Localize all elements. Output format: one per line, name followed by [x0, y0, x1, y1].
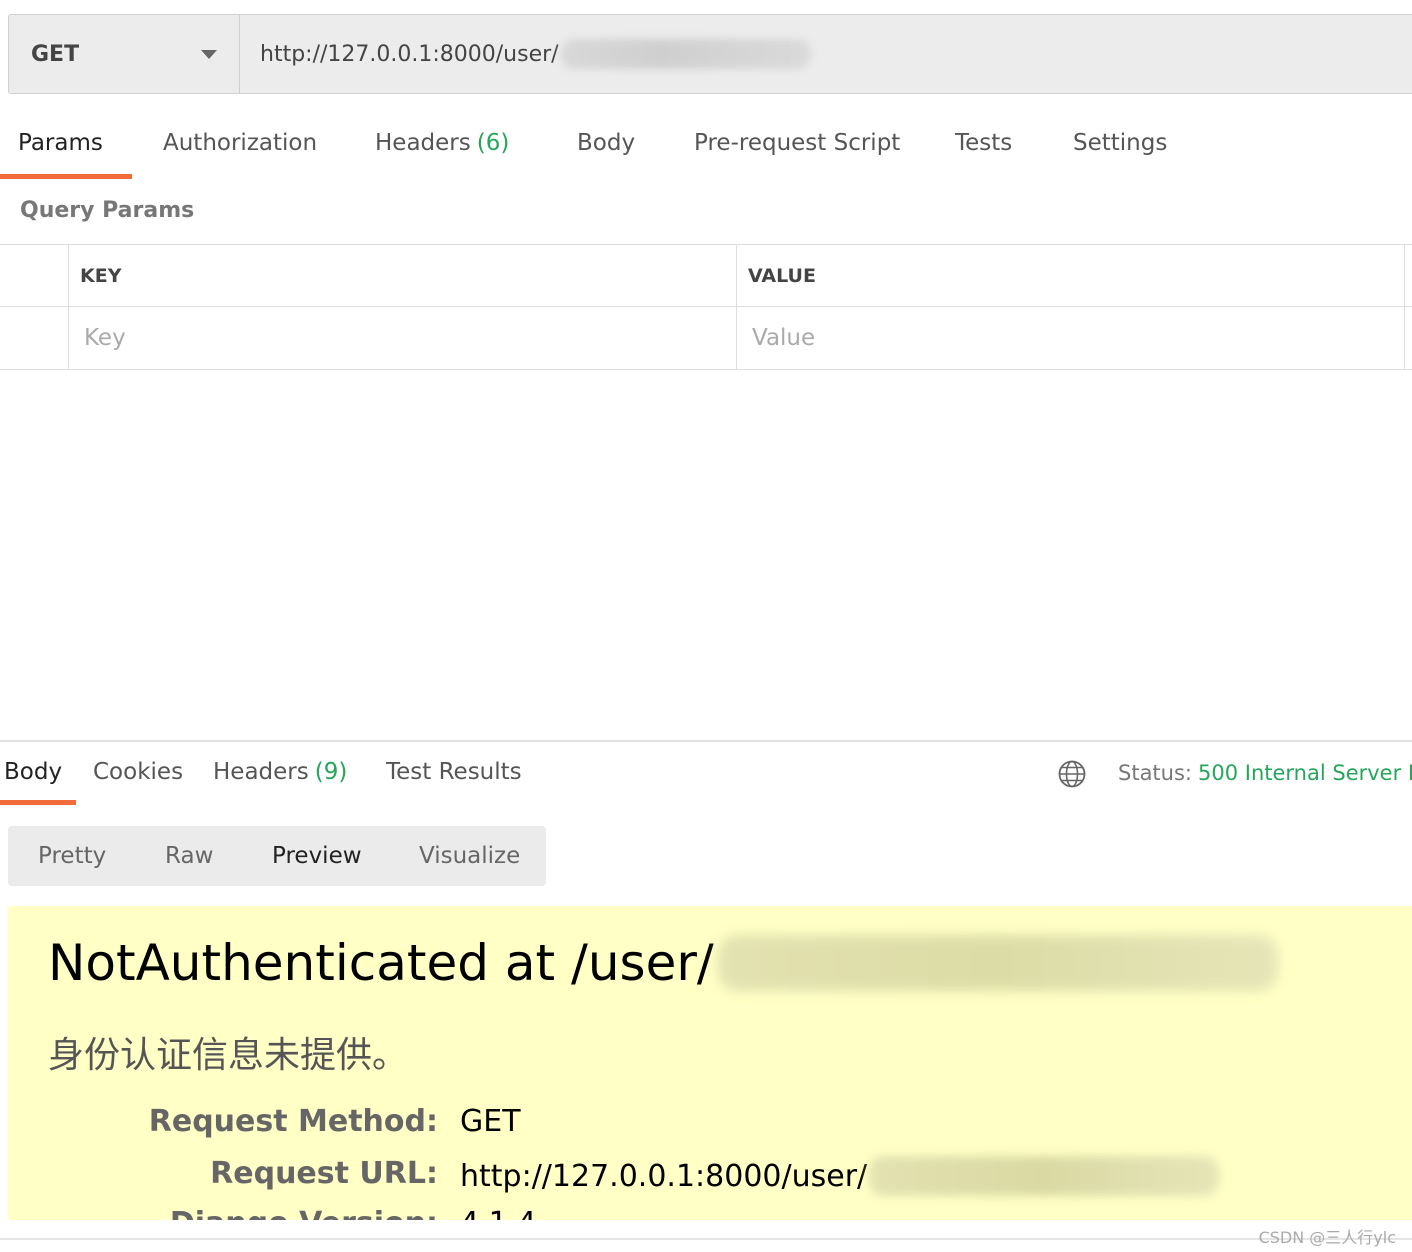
mode-raw[interactable]: Raw [165, 826, 213, 886]
meta-label: Request URL: [210, 1156, 438, 1191]
meta-value: GET [460, 1104, 521, 1139]
url-text: http://127.0.0.1:8000/user/ [260, 41, 559, 67]
meta-row-request-url: Request URL: http://127.0.0.1:8000/user/ [8, 1156, 1412, 1206]
request-url-bar: GET http://127.0.0.1:8000/user/ [8, 14, 1412, 94]
mode-pretty[interactable]: Pretty [38, 826, 106, 886]
tab-label: Body [577, 130, 636, 156]
request-tabs: Params Authorization Headers (6) Body Pre… [0, 118, 1412, 180]
mode-preview[interactable]: Preview [272, 826, 362, 886]
mode-visualize[interactable]: Visualize [419, 826, 520, 886]
redacted-url-segment [869, 1156, 1220, 1196]
url-input[interactable]: http://127.0.0.1:8000/user/ [240, 15, 811, 93]
tab-body[interactable]: Body [577, 130, 635, 156]
redacted-path-segment [717, 935, 1278, 991]
watermark: CSDN @三人行ylc [1258, 1228, 1396, 1247]
error-title-text: NotAuthenticated at /user/ [48, 934, 714, 992]
headers-count: (6) [476, 130, 510, 156]
tab-settings[interactable]: Settings [1073, 130, 1167, 156]
tab-authorization[interactable]: Authorization [163, 130, 317, 156]
tab-pre-request-script[interactable]: Pre-request Script [694, 130, 900, 156]
meta-label: Request Method: [148, 1104, 438, 1139]
active-tab-indicator [0, 174, 132, 179]
param-key-input[interactable]: Key [84, 307, 724, 369]
error-title: NotAuthenticated at /user/ [48, 934, 1278, 992]
redacted-url-segment [560, 39, 811, 69]
tab-response-headers[interactable]: Headers (9) [213, 759, 347, 785]
tab-label: Headers [375, 130, 471, 156]
column-divider [736, 245, 737, 369]
error-message: 身份认证信息未提供。 [48, 1035, 409, 1076]
response-tabs: Body Cookies Headers (9) Test Results Sta… [0, 742, 1412, 806]
table-header-row: KEY VALUE [0, 245, 1412, 307]
tab-cookies[interactable]: Cookies [93, 759, 183, 785]
meta-row-django-version: Django Version: 4.1.4 [8, 1206, 1412, 1220]
active-tab-indicator [0, 800, 76, 805]
meta-label: Django Version: [170, 1206, 438, 1220]
tab-label: Authorization [163, 130, 318, 156]
response-preview: NotAuthenticated at /user/ 身份认证信息未提供。 Re… [8, 906, 1412, 1220]
tab-label: Params [18, 130, 103, 156]
tab-label: Body [4, 759, 63, 785]
tab-label: Test Results [386, 759, 522, 785]
query-params-title: Query Params [20, 198, 195, 223]
table-row: Key Value [0, 307, 1412, 369]
status-value[interactable]: 500 Internal Server E [1198, 761, 1412, 785]
tab-headers[interactable]: Headers (6) [375, 130, 509, 156]
tab-label: Settings [1073, 130, 1168, 156]
meta-value: http://127.0.0.1:8000/user/ [460, 1156, 1220, 1196]
view-mode-selector: Pretty Raw Preview Visualize [8, 826, 546, 886]
tab-test-results[interactable]: Test Results [386, 759, 522, 785]
footer-divider [0, 1238, 1412, 1240]
response-headers-count: (9) [314, 759, 348, 785]
tab-params[interactable]: Params [18, 130, 103, 156]
method-select[interactable]: GET [9, 15, 240, 93]
param-value-input[interactable]: Value [752, 307, 1392, 369]
tab-label: Tests [955, 130, 1013, 156]
tab-tests[interactable]: Tests [955, 130, 1012, 156]
tab-label: Pre-request Script [694, 130, 901, 156]
meta-value-text: http://127.0.0.1:8000/user/ [460, 1158, 868, 1194]
tab-label: Headers [213, 759, 309, 785]
globe-icon[interactable] [1057, 759, 1087, 789]
tab-label: Cookies [93, 759, 184, 785]
column-divider [68, 245, 69, 369]
tab-response-body[interactable]: Body [4, 759, 62, 785]
meta-row-request-method: Request Method: GET [8, 1104, 1412, 1154]
key-column-header: KEY [80, 265, 122, 287]
chevron-down-icon [201, 50, 217, 59]
query-params-table: KEY VALUE Key Value [0, 244, 1412, 370]
status-label: Status: [1118, 761, 1192, 785]
meta-value: 4.1.4 [460, 1206, 536, 1220]
value-column-header: VALUE [748, 265, 816, 287]
method-label: GET [31, 41, 80, 67]
column-divider [1404, 245, 1405, 369]
